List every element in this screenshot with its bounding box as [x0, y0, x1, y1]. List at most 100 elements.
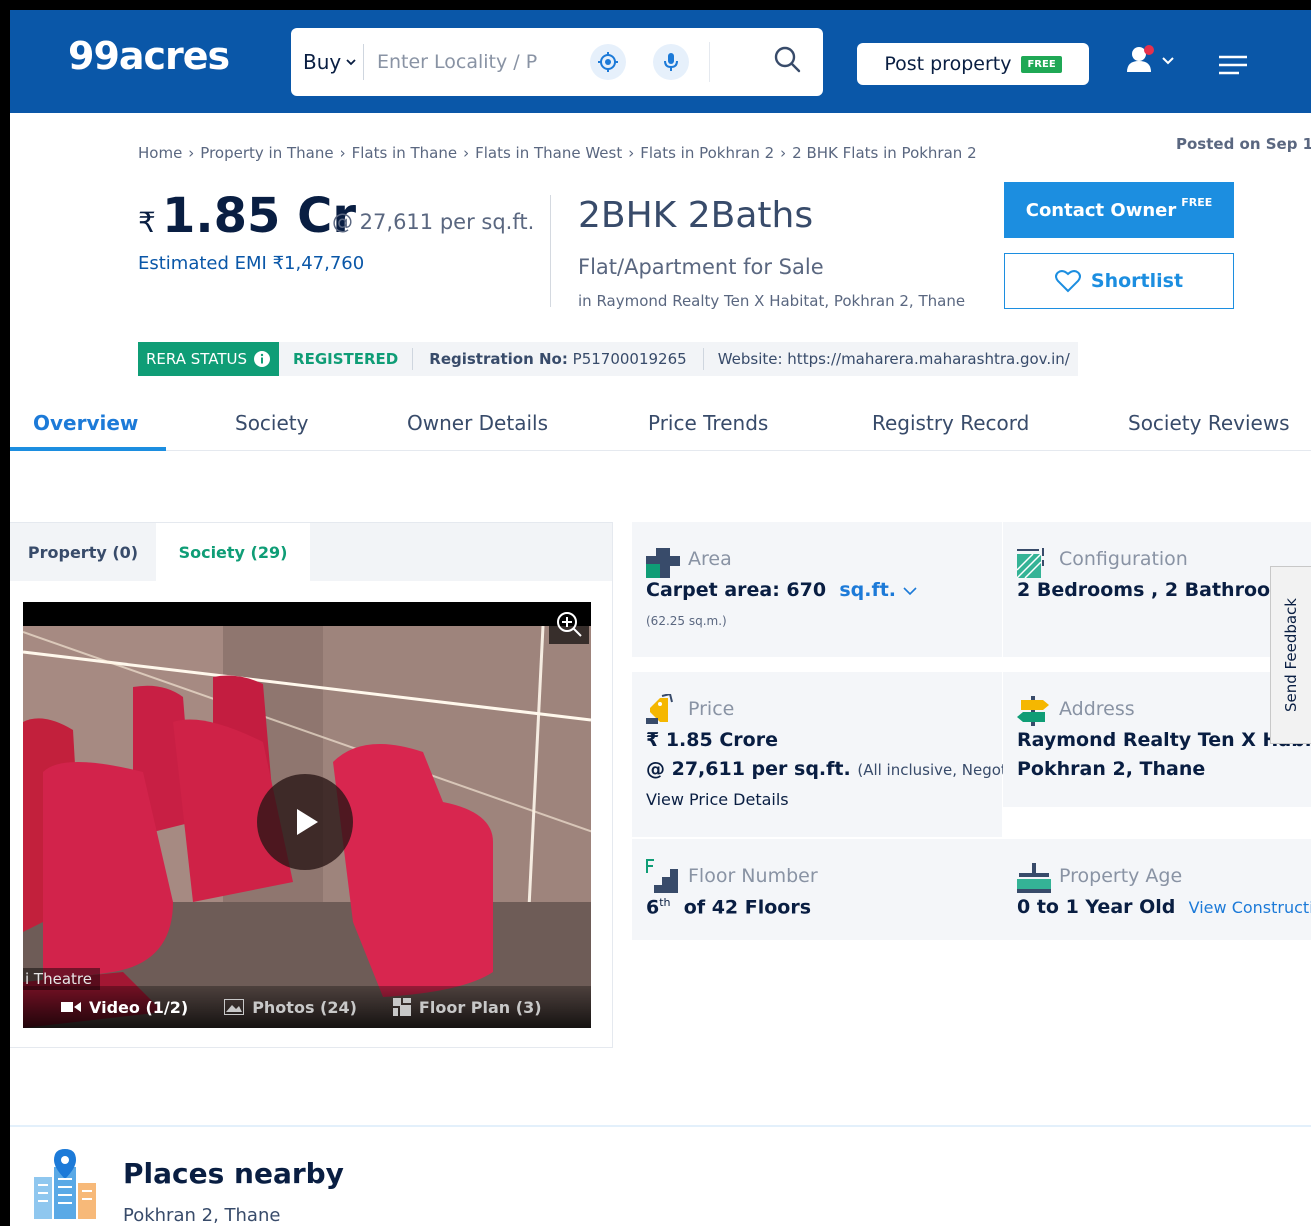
area-unit-dropdown[interactable]: sq.ft.	[839, 579, 917, 601]
divider	[363, 44, 364, 80]
breadcrumb-link[interactable]: Flats in Thane West	[475, 144, 622, 162]
send-feedback-label: Send Feedback	[1282, 598, 1300, 712]
tab-registry-record[interactable]: Registry Record	[872, 411, 1029, 435]
property-age-label: Property Age	[1059, 865, 1183, 887]
places-nearby-title: Places nearby	[123, 1157, 344, 1190]
area-unit: sq.ft.	[839, 579, 897, 601]
video-label: Video (1/2)	[89, 997, 189, 1017]
media-gallery: Property (0) Society (29) i Theatre Vide…	[10, 522, 613, 1048]
photos-filter[interactable]: Photos (24)	[224, 998, 357, 1017]
price-value: ₹ 1.85 Crore	[646, 729, 778, 751]
property-age-card: Property Age 0 to 1 Year Old View Constr…	[1003, 839, 1311, 940]
floor-number-label: Floor Number	[688, 865, 818, 887]
signpost-icon	[1017, 696, 1049, 726]
listing-config: 2BHK 2Baths	[578, 195, 814, 236]
play-video-button[interactable]	[257, 774, 353, 870]
tab-overview[interactable]: Overview	[33, 411, 138, 435]
registration-number: P51700019265	[572, 350, 687, 368]
chevron-down-icon	[346, 59, 356, 66]
address-label: Address	[1059, 698, 1135, 720]
media-viewer[interactable]: i Theatre Video (1/2) Photos (24) Floor …	[23, 602, 591, 1028]
listing-price: 1.85 Cr	[162, 188, 357, 244]
breadcrumb-link[interactable]: Property in Thane	[200, 144, 333, 162]
breadcrumb-current[interactable]: 2 BHK Flats in Pokhran 2	[792, 144, 976, 162]
tab-property-photos[interactable]: Property (0)	[10, 523, 156, 581]
locality-search-input[interactable]	[377, 46, 547, 78]
gallery-tabs: Property (0) Society (29)	[10, 523, 612, 581]
rera-status-label: RERA STATUS	[146, 350, 248, 368]
tab-society-photos[interactable]: Society (29)	[156, 523, 310, 581]
carpet-area: Carpet area: 670	[646, 579, 827, 601]
buy-dropdown[interactable]: Buy	[303, 50, 357, 74]
logo[interactable]: 99acres	[68, 34, 230, 78]
configuration-label: Configuration	[1059, 548, 1188, 570]
listing-type: Flat/Apartment for Sale	[578, 255, 824, 279]
breadcrumb-link[interactable]: Home	[138, 144, 182, 162]
rera-website[interactable]: Website: https://maharera.maharashtra.go…	[704, 350, 1078, 368]
listing-project: in Raymond Realty Ten X Habitat, Pokhran…	[578, 292, 966, 310]
search-icon[interactable]	[771, 44, 803, 76]
area-value: Carpet area: 670 sq.ft.	[646, 579, 917, 601]
rera-registration: Registration No: P51700019265	[413, 348, 704, 370]
configuration-icon	[1017, 548, 1044, 579]
address-card: Address Raymond Realty Ten X Habitat Pok…	[1003, 672, 1311, 807]
post-property-button[interactable]: Post property FREE	[857, 43, 1089, 85]
floor-card: Floor Number 6th of 42 Floors	[632, 839, 1002, 940]
address-line-1: Raymond Realty Ten X Habitat	[1017, 729, 1311, 751]
buy-label: Buy	[303, 50, 342, 74]
tab-society[interactable]: Society	[235, 411, 308, 435]
property-details: Area Carpet area: 670 sq.ft. (62.25 sq.m…	[632, 522, 1311, 940]
shortlist-label: Shortlist	[1090, 270, 1184, 292]
video-camera-icon	[61, 1002, 81, 1012]
video-filter[interactable]: Video (1/2)	[61, 998, 188, 1017]
search-bar: Buy	[291, 28, 823, 96]
floor-number: 6	[646, 896, 660, 919]
area-card: Area Carpet area: 670 sq.ft. (62.25 sq.m…	[632, 522, 1002, 657]
contact-owner-button[interactable]: Contact Owner FREE	[1004, 182, 1234, 238]
rera-info-bar: RERA STATUS REGISTERED Registration No: …	[138, 342, 1078, 376]
user-profile-icon	[1127, 45, 1174, 72]
hamburger-menu-icon[interactable]	[1218, 54, 1248, 76]
free-label: FREE	[1181, 195, 1213, 209]
voice-search-button[interactable]	[653, 44, 689, 80]
locate-me-button[interactable]	[590, 44, 626, 80]
floor-number-value: 6th of 42 Floors	[646, 896, 811, 918]
floor-plan-icon	[392, 998, 411, 1016]
post-property-label: Post property	[884, 53, 1012, 75]
area-icon	[646, 548, 680, 578]
tab-price-trends[interactable]: Price Trends	[648, 411, 768, 435]
building-age-icon	[1017, 863, 1051, 893]
floor-suffix: th	[659, 896, 671, 909]
breadcrumb-separator: ›	[339, 144, 346, 162]
breadcrumb-link[interactable]: Flats in Thane	[352, 144, 458, 162]
age-value: 0 to 1 Year Old	[1017, 896, 1176, 918]
view-price-details-link[interactable]: View Price Details	[646, 790, 789, 809]
media-type-bar: Video (1/2) Photos (24) Floor Plan (3)	[23, 986, 591, 1028]
estimated-emi-link[interactable]: Estimated EMI ₹1,47,760	[138, 253, 364, 274]
price-card: Price ₹ 1.85 Crore @ 27,611 per sq.ft. (…	[632, 672, 1049, 837]
city-location-icon	[34, 1149, 96, 1219]
zoom-button[interactable]	[549, 604, 589, 644]
tab-society-reviews[interactable]: Society Reviews	[1128, 411, 1290, 435]
configuration-value: 2 Bedrooms , 2 Bathrooms	[1017, 579, 1302, 601]
rera-status-badge: RERA STATUS	[138, 342, 280, 376]
floor-plan-filter[interactable]: Floor Plan (3)	[392, 998, 542, 1017]
section-tabs: Overview Society Owner Details Price Tre…	[10, 393, 1311, 451]
tab-owner-details[interactable]: Owner Details	[407, 411, 548, 435]
location-target-icon	[598, 52, 618, 72]
shortlist-button[interactable]: Shortlist	[1004, 253, 1234, 309]
breadcrumb-link[interactable]: Flats in Pokhran 2	[640, 144, 774, 162]
price-per-sqft-detail: @ 27,611 per sq.ft. (All inclusive, Nego…	[646, 758, 1049, 780]
rera-registered: REGISTERED	[279, 348, 414, 370]
divider	[550, 195, 551, 307]
send-feedback-tab[interactable]: Send Feedback	[1270, 566, 1311, 744]
price-rate: @ 27,611 per sq.ft.	[646, 758, 851, 780]
breadcrumb-separator: ›	[628, 144, 635, 162]
view-construction-link[interactable]: View Construction	[1189, 898, 1311, 917]
photo-icon	[224, 999, 245, 1015]
heart-icon	[1054, 270, 1081, 293]
info-icon[interactable]	[253, 350, 271, 368]
property-age-value: 0 to 1 Year Old View Construction	[1017, 896, 1311, 918]
user-menu-button[interactable]	[1125, 44, 1179, 82]
top-navbar: 99acres Buy Post property FREE	[10, 10, 1311, 113]
